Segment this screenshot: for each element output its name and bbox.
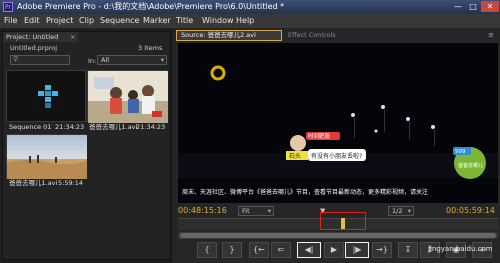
bubble-name: 石头 (289, 152, 301, 160)
resolution-value: 1/2 (392, 207, 403, 215)
play-button[interactable]: ▶ (324, 242, 344, 258)
items-count: 3 Items (138, 44, 163, 52)
zoom-fit-select[interactable]: Fit ▾ (238, 206, 274, 216)
item-name: 爸爸去哪儿1.avi (9, 179, 58, 187)
project-item-sequence[interactable] (6, 70, 86, 122)
resolution-select[interactable]: 1/2 ▾ (388, 206, 414, 216)
ticker-text: 周末、天涯社区、微博平台《爸爸去哪儿》节目，查看节目最新动态，更多精彩视频，请关… (182, 188, 428, 196)
window-title: Adobe Premiere Pro - d:\我的文档\Adobe\Premi… (17, 2, 285, 11)
item-duration: 21:34:23 (55, 123, 85, 131)
minimize-icon[interactable]: — (451, 1, 465, 12)
menu-clip[interactable]: Clip (79, 15, 94, 27)
menu-project[interactable]: Project (46, 15, 73, 27)
go-to-out-button[interactable]: →} (372, 242, 392, 258)
step-back-button[interactable]: ◀| (297, 242, 321, 258)
add-marker-button[interactable]: ⇐ (271, 242, 291, 258)
insert-button[interactable]: ↧ (398, 242, 418, 258)
project-item-clip-2[interactable] (6, 134, 87, 179)
mark-in-button[interactable]: { (197, 242, 217, 258)
maximize-icon[interactable]: □ (466, 1, 480, 12)
search-icon: ⚲ (13, 55, 19, 63)
search-field[interactable]: ⚲ (10, 55, 70, 65)
step-forward-button[interactable]: |▶ (345, 242, 369, 258)
project-file-name: Untitled.prproj (10, 44, 58, 52)
chevron-down-icon: ▾ (407, 207, 411, 215)
video-scene: 时到肥股 石头 有没有小朋友丢啦? 999 爸爸去哪儿 周末、天涯社区、微博平台… (178, 43, 498, 203)
zoom-fit-value: Fit (242, 207, 250, 215)
bubble-text: 有没有小朋友丢啦? (311, 152, 362, 160)
menu-edit[interactable]: Edit (24, 15, 40, 27)
menu-sequence[interactable]: Sequence (100, 15, 139, 27)
in-label: In: (88, 57, 97, 65)
item-name: Sequence 01 (9, 123, 52, 131)
item-name: 爸爸去哪儿1.avi (89, 123, 138, 131)
in-filter-value: All (101, 56, 110, 64)
badge-text: 爸爸去哪儿 (458, 162, 483, 169)
tab-source[interactable]: Source: 爸爸去哪儿2.avi (176, 30, 282, 41)
mark-out-button[interactable]: } (222, 242, 242, 258)
item-duration: 5:59:14 (58, 179, 84, 187)
duration-timecode: 00:05:59:14 (446, 206, 495, 215)
current-timecode[interactable]: 00:48:15:16 (178, 206, 227, 216)
menu-marker[interactable]: Marker (143, 15, 171, 27)
premiere-app-icon: Pr (3, 2, 13, 12)
menu-window[interactable]: Window (202, 15, 234, 27)
watermark: jingyan.baidu.com (428, 245, 493, 253)
tab-close-icon[interactable]: × (70, 32, 75, 42)
in-filter-select[interactable]: All ▾ (97, 55, 167, 65)
chevron-down-icon: ▾ (267, 207, 271, 215)
video-thumbnail (7, 135, 87, 179)
panel-menu-icon[interactable]: ≡ (488, 30, 494, 41)
video-thumbnail (88, 71, 168, 123)
chevron-down-icon: ▾ (160, 56, 164, 64)
project-item-clip-1[interactable] (87, 70, 168, 123)
menu-help[interactable]: Help (236, 15, 254, 27)
video-preview[interactable]: 时到肥股 石头 有没有小朋友丢啦? 999 爸爸去哪儿 周末、天涯社区、微博平台… (178, 43, 498, 203)
bubble-top-text: 时到肥股 (308, 132, 331, 140)
menu-file[interactable]: File (4, 15, 17, 27)
tab-effect-controls[interactable]: Effect Controls (288, 30, 336, 41)
close-icon[interactable]: ✕ (481, 1, 499, 12)
sequence-icon (38, 85, 58, 108)
go-to-in-button[interactable]: {← (249, 242, 269, 258)
badge-number: 999 (455, 149, 466, 155)
menu-title[interactable]: Title (176, 15, 193, 27)
playhead-highlight (320, 212, 366, 230)
item-duration: 21:34:23 (136, 123, 166, 131)
zoom-scrollbar-thumb[interactable] (180, 233, 496, 238)
tab-project[interactable]: Project: Untitled (3, 32, 78, 42)
